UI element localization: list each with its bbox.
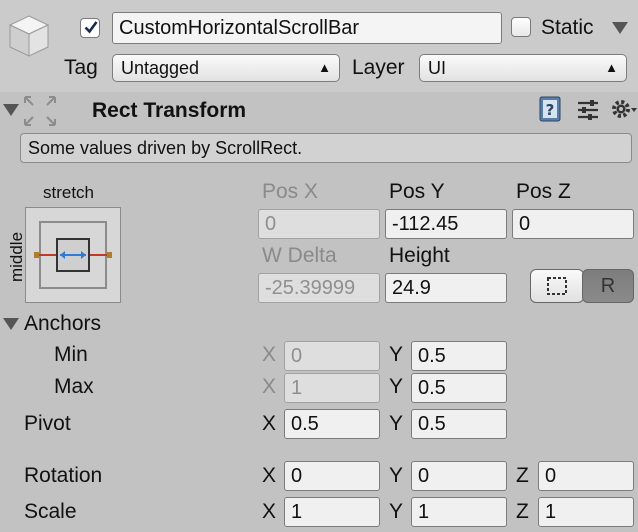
scale-z-field[interactable]: 1 xyxy=(538,497,634,527)
static-dropdown-arrow-icon[interactable] xyxy=(612,22,628,34)
anchor-min-x-field: 0 xyxy=(284,341,380,371)
tag-label: Tag xyxy=(64,56,98,79)
layer-value: UI xyxy=(428,58,446,78)
help-book-icon[interactable]: ? xyxy=(538,96,564,122)
svg-text:?: ? xyxy=(546,101,555,119)
rotation-z-label: Z xyxy=(516,464,529,487)
scale-x-field[interactable]: 1 xyxy=(284,497,380,527)
static-checkbox[interactable] xyxy=(511,17,531,37)
blueprint-mode-icon xyxy=(547,277,567,295)
pos-x-label: Pos X xyxy=(262,180,319,203)
tag-value: Untagged xyxy=(121,58,200,78)
anchors-label: Anchors xyxy=(24,312,102,335)
height-field[interactable]: 24.9 xyxy=(385,273,507,303)
driven-values-info: Some values driven by ScrollRect. xyxy=(20,133,632,163)
pivot-label: Pivot xyxy=(24,412,71,435)
pos-z-field[interactable]: 0 xyxy=(512,209,634,239)
foldout-arrow-icon[interactable] xyxy=(3,104,19,116)
anchor-min-y-field[interactable]: 0.5 xyxy=(411,341,507,371)
rotation-x-label: X xyxy=(262,464,277,487)
pos-y-label: Pos Y xyxy=(389,180,445,203)
gear-icon[interactable] xyxy=(610,96,638,122)
checkmark-icon xyxy=(84,21,98,34)
anchor-preset-diagram-icon xyxy=(34,221,112,289)
anchor-preset-top-label: stretch xyxy=(43,183,95,202)
layer-label: Layer xyxy=(352,56,405,79)
anchor-preset-button[interactable] xyxy=(25,207,121,303)
pivot-x-label: X xyxy=(262,412,277,435)
active-checkbox[interactable] xyxy=(80,18,100,38)
updown-arrows-icon: ▲ xyxy=(318,60,331,75)
pos-x-field: 0 xyxy=(258,209,380,239)
preset-settings-icon[interactable] xyxy=(576,98,600,122)
anchor-max-y-field[interactable]: 0.5 xyxy=(411,373,507,403)
scale-y-field[interactable]: 1 xyxy=(411,497,507,527)
anchors-foldout-arrow-icon[interactable] xyxy=(3,318,19,330)
height-label: Height xyxy=(389,244,450,267)
scale-label: Scale xyxy=(24,500,77,523)
rotation-y-label: Y xyxy=(389,464,404,487)
pivot-y-label: Y xyxy=(389,412,404,435)
blueprint-mode-button[interactable] xyxy=(530,269,584,303)
rotation-y-field[interactable]: 0 xyxy=(411,461,507,491)
scale-z-label: Z xyxy=(516,500,529,523)
rect-transform-icon xyxy=(24,96,56,126)
rotation-label: Rotation xyxy=(24,464,103,487)
scale-x-label: X xyxy=(262,500,277,523)
anchor-max-x-label: X xyxy=(262,375,277,398)
gameobject-name-field[interactable]: CustomHorizontalScrollBar xyxy=(112,12,502,44)
pivot-x-field[interactable]: 0.5 xyxy=(284,409,380,439)
raw-edit-button[interactable]: R xyxy=(582,269,634,303)
cube-icon xyxy=(8,15,50,57)
static-label: Static xyxy=(541,16,594,39)
rotation-z-field[interactable]: 0 xyxy=(538,461,634,491)
component-title: Rect Transform xyxy=(92,99,247,122)
anchor-min-x-label: X xyxy=(262,343,277,366)
anchor-max-label: Max xyxy=(54,375,94,398)
anchor-max-x-field: 1 xyxy=(284,373,380,403)
layer-dropdown[interactable]: UI ▲ xyxy=(419,54,627,82)
w-delta-label: W Delta xyxy=(262,244,337,267)
pos-y-field[interactable]: -112.45 xyxy=(385,209,507,239)
tag-dropdown[interactable]: Untagged ▲ xyxy=(112,54,340,82)
pivot-y-field[interactable]: 0.5 xyxy=(411,409,507,439)
anchor-min-label: Min xyxy=(54,343,88,366)
anchor-max-y-label: Y xyxy=(389,375,404,398)
scale-y-label: Y xyxy=(389,500,404,523)
updown-arrows-icon: ▲ xyxy=(605,60,618,75)
rotation-x-field[interactable]: 0 xyxy=(284,461,380,491)
w-delta-field: -25.39999 xyxy=(258,273,380,303)
anchor-min-y-label: Y xyxy=(389,343,404,366)
pos-z-label: Pos Z xyxy=(516,180,571,203)
